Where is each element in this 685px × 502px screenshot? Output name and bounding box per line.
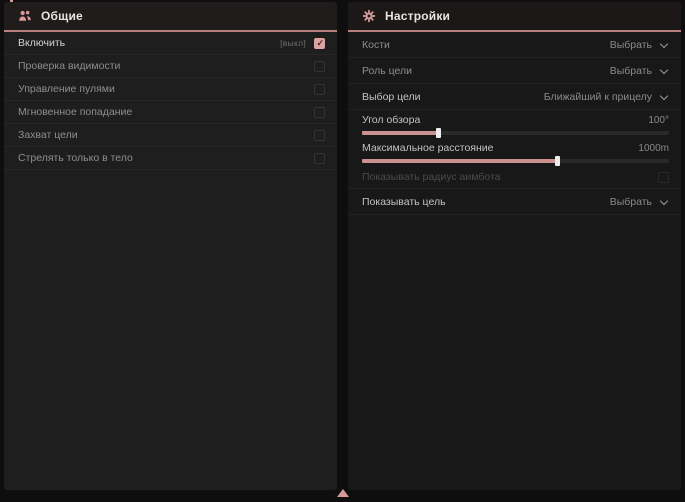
row-label: Показывать цель <box>362 196 446 208</box>
chevron-down-icon <box>660 197 669 206</box>
panel-general: Общие Включить [выкл] Проверка видимости… <box>4 2 337 490</box>
max-distance-slider[interactable] <box>362 159 669 163</box>
fov-value: 100° <box>648 115 669 126</box>
row-label: Мгновенное попадание <box>18 106 132 118</box>
row-instant-hit[interactable]: Мгновенное попадание <box>4 101 337 124</box>
chevron-down-icon <box>660 92 669 101</box>
panel-general-title: Общие <box>41 9 83 23</box>
row-target-lock[interactable]: Захват цели <box>4 124 337 147</box>
row-label: Выбор цели <box>362 91 421 103</box>
instant-hit-checkbox[interactable] <box>314 107 325 118</box>
row-show-target: Показывать цель Выбрать <box>348 189 681 215</box>
fov-slider[interactable] <box>362 131 669 135</box>
row-label: Кости <box>362 39 390 51</box>
row-visibility-check[interactable]: Проверка видимости <box>4 55 337 78</box>
gear-icon <box>362 9 376 23</box>
panel-settings: Настройки Кости Выбрать Роль цели Выбрат… <box>348 2 681 490</box>
row-label: Управление пулями <box>18 83 115 95</box>
row-label: Проверка видимости <box>18 60 120 72</box>
target-select-dropdown[interactable]: Ближайший к прицелу <box>544 91 669 103</box>
panel-settings-header: Настройки <box>348 2 681 30</box>
slider-thumb[interactable] <box>555 156 560 166</box>
body-only-checkbox[interactable] <box>314 153 325 164</box>
row-target-role: Роль цели Выбрать <box>348 58 681 84</box>
row-bullet-control[interactable]: Управление пулями <box>4 78 337 101</box>
target-role-dropdown[interactable]: Выбрать <box>610 65 669 77</box>
target-lock-checkbox[interactable] <box>314 130 325 141</box>
row-fov: Угол обзора 100° <box>348 110 681 138</box>
row-label: Захват цели <box>18 129 78 141</box>
row-label: Угол обзора <box>362 114 420 126</box>
hotkey-label: [выкл] <box>280 38 306 48</box>
visibility-checkbox[interactable] <box>314 61 325 72</box>
slider-thumb[interactable] <box>436 128 441 138</box>
row-max-distance: Максимальное расстояние 1000m <box>348 138 681 166</box>
dropdown-value: Выбрать <box>610 196 652 208</box>
users-icon <box>18 9 32 23</box>
enable-checkbox[interactable] <box>314 38 325 49</box>
dropdown-value: Ближайший к прицелу <box>544 91 652 103</box>
row-label: Включить <box>18 37 65 49</box>
bones-dropdown[interactable]: Выбрать <box>610 39 669 51</box>
show-aimbot-radius-checkbox[interactable] <box>658 172 669 183</box>
bullet-control-checkbox[interactable] <box>314 84 325 95</box>
row-bones: Кости Выбрать <box>348 32 681 58</box>
row-label: Максимальное расстояние <box>362 142 493 154</box>
row-label: Роль цели <box>362 65 412 77</box>
row-body-only[interactable]: Стрелять только в тело <box>4 147 337 170</box>
row-label: Показывать радиус аимбота <box>362 171 501 183</box>
chevron-down-icon <box>660 66 669 75</box>
overlay-menu: Общие Включить [выкл] Проверка видимости… <box>0 0 685 502</box>
show-target-dropdown[interactable]: Выбрать <box>610 196 669 208</box>
dropdown-value: Выбрать <box>610 65 652 77</box>
panel-general-header: Общие <box>4 2 337 30</box>
dropdown-value: Выбрать <box>610 39 652 51</box>
row-show-aimbot-radius: Показывать радиус аимбота <box>348 166 681 189</box>
panel-settings-title: Настройки <box>385 9 450 23</box>
cursor-up-triangle-icon <box>337 489 349 497</box>
row-enable[interactable]: Включить [выкл] <box>4 32 337 55</box>
max-distance-value: 1000m <box>638 143 669 154</box>
chevron-down-icon <box>660 40 669 49</box>
row-label: Стрелять только в тело <box>18 152 133 164</box>
row-target-select: Выбор цели Ближайший к прицелу <box>348 84 681 110</box>
